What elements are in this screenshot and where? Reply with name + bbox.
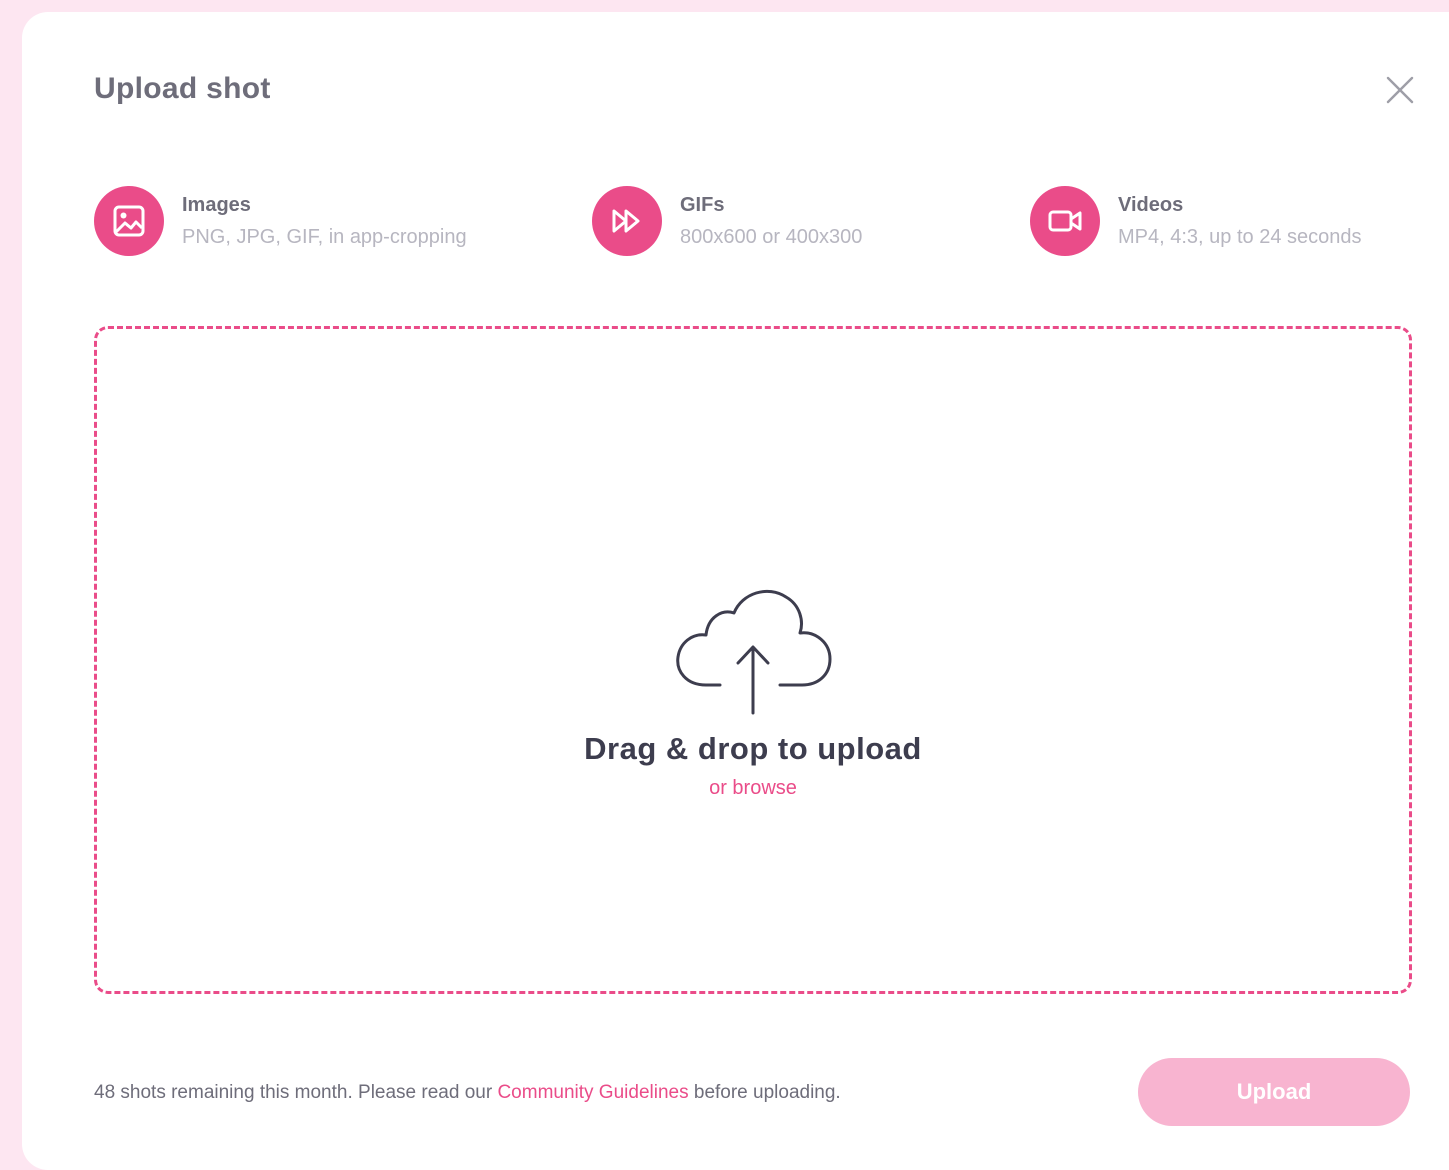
upload-button[interactable]: Upload [1138, 1058, 1410, 1126]
image-icon [113, 205, 145, 237]
fast-forward-icon [612, 209, 640, 233]
type-gifs-desc: 800x600 or 400x300 [680, 225, 863, 248]
image-icon-badge [94, 186, 164, 256]
type-images: Images PNG, JPG, GIF, in app-cropping [94, 184, 467, 258]
browse-link[interactable]: or browse [709, 777, 797, 800]
upload-shot-modal: Upload shot Images PNG, JPG, GIF, in app… [22, 12, 1449, 1170]
type-images-desc: PNG, JPG, GIF, in app-cropping [182, 225, 467, 248]
close-button[interactable] [1380, 70, 1420, 110]
type-videos-name: Videos [1118, 193, 1184, 216]
shots-remaining-note: 48 shots remaining this month. Please re… [94, 1082, 841, 1104]
note-after: before uploading. [688, 1082, 841, 1103]
type-gifs-name: GIFs [680, 193, 725, 216]
dropzone-title: Drag & drop to upload [584, 731, 922, 766]
modal-title: Upload shot [94, 72, 271, 105]
upload-dropzone[interactable]: Drag & drop to upload or browse [94, 326, 1412, 994]
fast-forward-icon-badge [592, 186, 662, 256]
cloud-upload-icon [676, 589, 832, 715]
close-icon [1386, 76, 1414, 104]
type-videos-desc: MP4, 4:3, up to 24 seconds [1118, 225, 1362, 248]
video-camera-icon [1048, 210, 1082, 232]
video-camera-icon-badge [1030, 186, 1100, 256]
note-before: 48 shots remaining this month. Please re… [94, 1082, 498, 1103]
type-videos: Videos MP4, 4:3, up to 24 seconds [1030, 184, 1362, 258]
type-images-name: Images [182, 193, 251, 216]
type-gifs: GIFs 800x600 or 400x300 [592, 184, 862, 258]
community-guidelines-link[interactable]: Community Guidelines [497, 1082, 688, 1103]
